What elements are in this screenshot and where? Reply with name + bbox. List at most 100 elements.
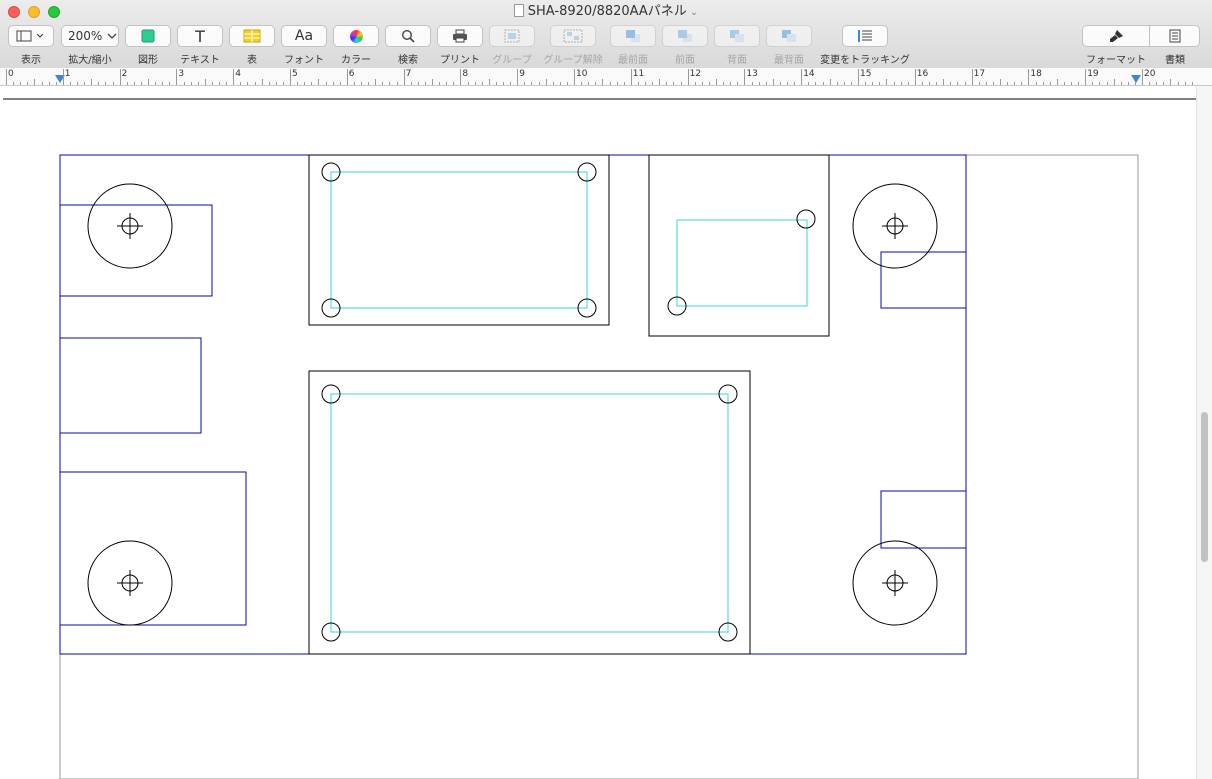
ruler-tick: [211, 82, 213, 85]
vertical-scrollbar[interactable]: [1196, 86, 1212, 779]
ruler-tick: [652, 82, 654, 85]
mount-rect-bottom-right[interactable]: [880, 490, 967, 549]
front-most-button[interactable]: [610, 25, 656, 47]
ruler-number: 3: [178, 69, 185, 79]
mounting-hole-bottom-right[interactable]: [852, 540, 938, 626]
ruler-tick: [282, 82, 284, 85]
ruler-tick: [84, 82, 86, 85]
cutout-top-right[interactable]: [648, 154, 830, 337]
view-button[interactable]: [8, 25, 54, 47]
table-control[interactable]: 表: [229, 25, 275, 66]
track-changes-button[interactable]: [842, 25, 888, 47]
ruler-number: 11: [632, 69, 645, 79]
ruler-tick: [815, 82, 817, 85]
text-control[interactable]: T テキスト: [177, 25, 223, 66]
table-button[interactable]: [229, 25, 275, 47]
cutout-large-bottom[interactable]: [308, 370, 751, 655]
back-control[interactable]: 背面: [714, 25, 760, 66]
ruler-number: 9: [519, 69, 525, 79]
horizontal-ruler[interactable]: 0 1 2 3 4 5 6 7 8 9 10 11 12 13 14 15 16 17 18 19 20: [0, 68, 1212, 86]
ruler-tick: [929, 82, 930, 85]
back-most-control[interactable]: 最背面: [766, 25, 812, 66]
print-control[interactable]: プリント: [437, 25, 483, 66]
ruler-tick: [69, 82, 71, 85]
track-changes-control[interactable]: 変更をトラッキング: [820, 25, 910, 66]
ruler-tick: [240, 82, 242, 85]
ruler-tick: [1134, 82, 1136, 85]
color-button[interactable]: [333, 25, 379, 47]
ruler-tick: [432, 79, 433, 85]
mount-rect-bottom-left[interactable]: [59, 471, 247, 626]
ruler-tick: [900, 82, 902, 85]
search-button[interactable]: [385, 25, 431, 47]
mounting-hole-bottom-left[interactable]: [87, 540, 173, 626]
format-button[interactable]: [1082, 25, 1150, 47]
search-control[interactable]: 検索: [385, 25, 431, 66]
front-control[interactable]: 前面: [662, 25, 708, 66]
right-indent-marker[interactable]: [1131, 75, 1141, 83]
ruler-tick: [368, 82, 370, 85]
ruler-tick: [1014, 82, 1016, 85]
ruler-tick: [666, 82, 668, 85]
ruler-tick: [950, 82, 952, 85]
ruler-tick: [865, 82, 867, 85]
ruler-tick: [318, 79, 320, 85]
front-most-control[interactable]: 最前面: [610, 25, 656, 66]
mount-rect-top-right[interactable]: [880, 251, 967, 309]
ruler-number: 4: [235, 69, 241, 79]
front-button[interactable]: [662, 25, 708, 47]
ruler-tick: [716, 79, 717, 85]
printer-icon: [453, 29, 467, 43]
document-canvas[interactable]: [0, 86, 1196, 779]
ruler-tick: [126, 82, 128, 85]
font-button[interactable]: Aa: [281, 25, 327, 47]
group-button[interactable]: [489, 25, 535, 47]
text-button[interactable]: T: [177, 25, 223, 47]
scrollbar-thumb[interactable]: [1201, 412, 1208, 562]
ruler-tick: [446, 82, 448, 85]
ruler-tick: [858, 69, 859, 85]
shape-control[interactable]: 図形: [125, 25, 171, 66]
font-control[interactable]: Aa フォント: [281, 25, 327, 66]
ruler-tick: [510, 82, 512, 85]
group-control[interactable]: グループ: [489, 25, 535, 66]
ungroup-button[interactable]: [550, 25, 596, 47]
drawing-svg: [3, 98, 1196, 779]
ruler-tick: [197, 82, 199, 85]
color-control[interactable]: カラー: [333, 25, 379, 66]
mount-rect-top-left[interactable]: [59, 204, 213, 297]
ruler-tick: [559, 82, 561, 85]
inspector-control[interactable]: フォーマット 書類: [1082, 25, 1200, 66]
document-button[interactable]: [1150, 25, 1200, 47]
zoom-select[interactable]: 200%: [61, 25, 119, 47]
ruler-tick: [98, 82, 100, 85]
view-control[interactable]: 表示: [8, 25, 54, 66]
mount-rect-middle-left[interactable]: [59, 337, 202, 434]
ruler-tick: [581, 82, 583, 85]
chevron-down-icon[interactable]: ⌄: [690, 7, 698, 18]
ruler-tick: [588, 82, 590, 85]
format-label: フォーマット: [1086, 55, 1146, 66]
window-title: SHA-8920/8820AAパネル ⌄: [0, 4, 1212, 21]
back-button[interactable]: [714, 25, 760, 47]
back-most-button[interactable]: [766, 25, 812, 47]
ruler-tick: [183, 82, 185, 85]
zoom-control[interactable]: 200% 拡大/縮小: [61, 25, 119, 66]
ruler-tick: [872, 82, 874, 85]
ruler-tick: [964, 82, 966, 85]
ruler-tick: [1078, 82, 1080, 85]
cutout-top-middle[interactable]: [308, 154, 610, 326]
ungroup-control[interactable]: グループ解除: [543, 25, 603, 66]
shape-button[interactable]: [125, 25, 171, 47]
ruler-tick: [481, 82, 483, 85]
ruler-tick: [566, 82, 568, 85]
ruler-number: 19: [1087, 69, 1099, 79]
ruler-tick: [353, 82, 355, 85]
ruler-tick: [808, 82, 810, 85]
ruler-tick: [538, 82, 540, 85]
print-button[interactable]: [437, 25, 483, 47]
ruler-tick: [1106, 82, 1108, 85]
mounting-hole-top-right[interactable]: [852, 183, 938, 269]
ruler-number: 2: [121, 69, 128, 79]
mounting-hole-top-left[interactable]: [87, 183, 173, 269]
